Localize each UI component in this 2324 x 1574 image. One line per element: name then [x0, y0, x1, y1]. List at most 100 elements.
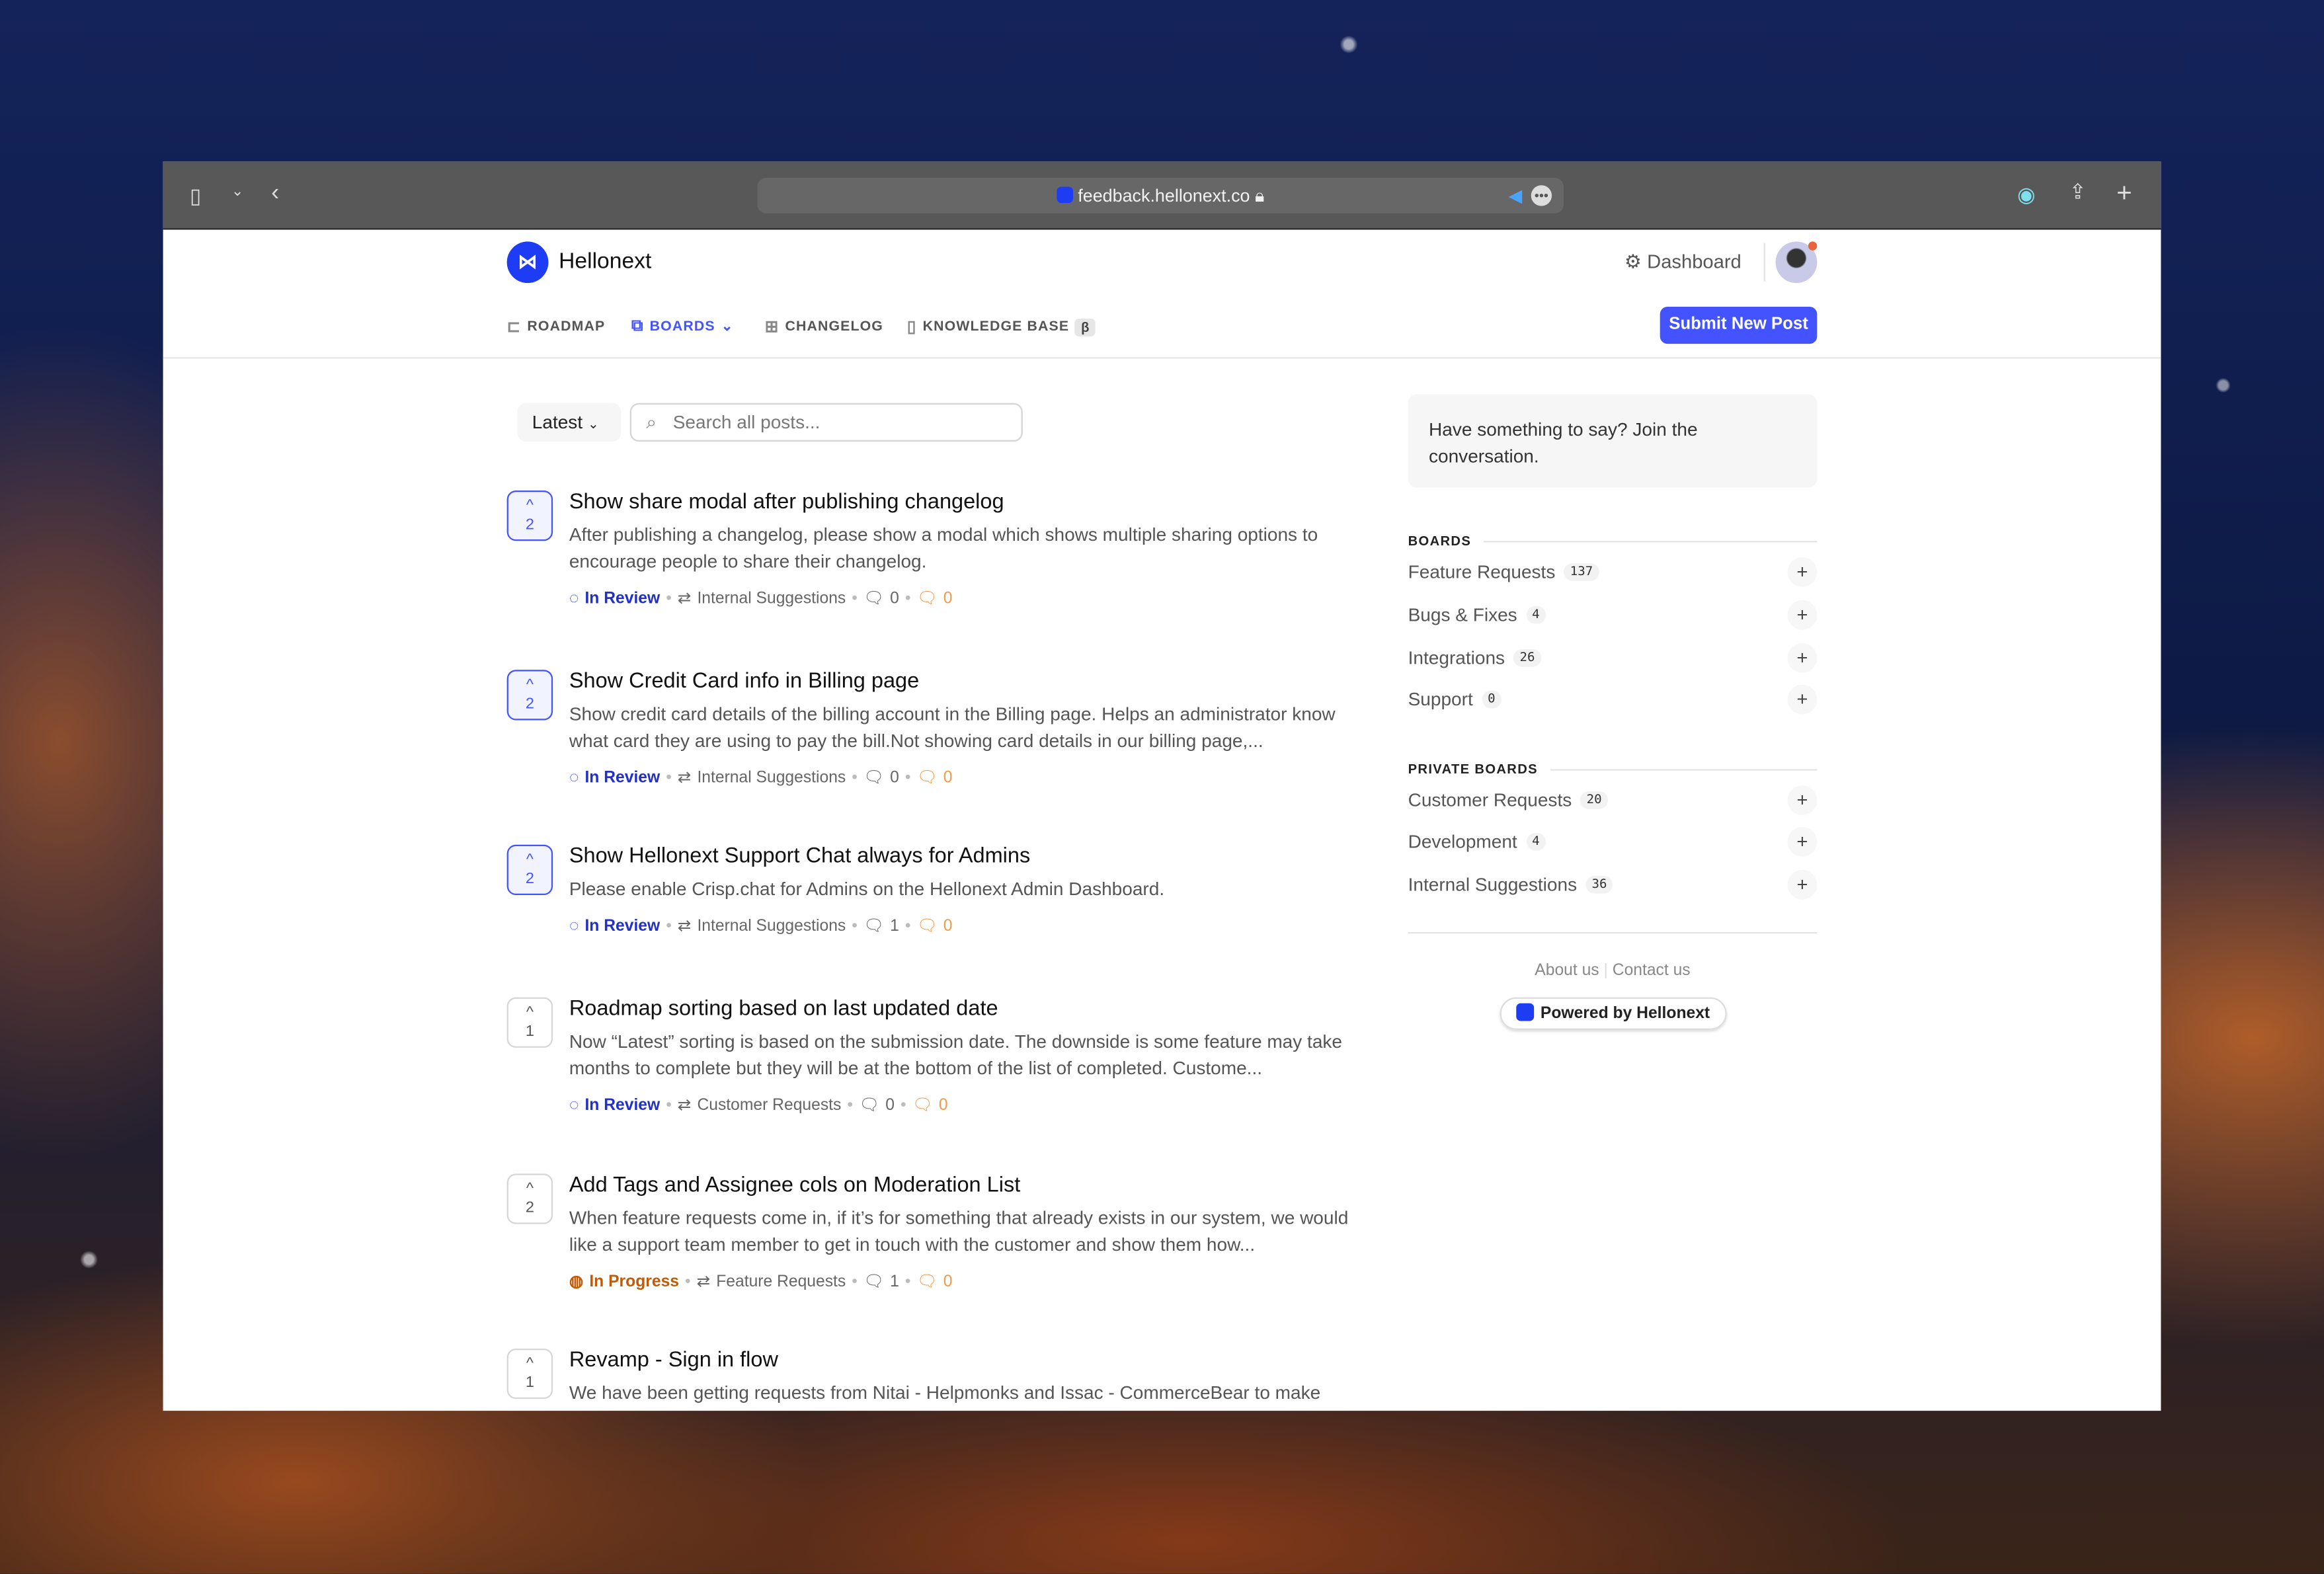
internal-comment-count: 0	[943, 1272, 953, 1290]
status-label: In Review	[584, 589, 661, 607]
more-icon[interactable]: •••	[1531, 185, 1552, 206]
post-title[interactable]: Show Credit Card info in Billing page	[569, 670, 919, 693]
internal-comment-count: 0	[943, 589, 953, 607]
sidebar-toggle-icon[interactable]: ▯	[190, 185, 201, 206]
powered-by-badge[interactable]: Powered by Hellonext	[1500, 997, 1727, 1030]
internal-comment-icon: 🗨︎	[916, 769, 938, 787]
post-meta: ◍ In Progress • ⇄ Feature Requests • 🗨︎ 1 • 🗨…	[569, 1272, 953, 1291]
new-tab-icon[interactable]: +	[2116, 179, 2132, 206]
share-icon[interactable]: ⇪	[2069, 180, 2086, 201]
plus-icon[interactable]: +	[1787, 643, 1818, 673]
board-name: Bugs & Fixes	[1408, 604, 1517, 625]
post-title[interactable]: Add Tags and Assignee cols on Moderation…	[569, 1173, 1020, 1197]
sort-select[interactable]: Latest ⌄	[517, 403, 621, 442]
chevron-up-icon: ^	[526, 1003, 534, 1021]
nav-roadmap[interactable]: ⊏ ROADMAP	[507, 317, 606, 336]
book-icon: ▯	[906, 318, 917, 336]
address-bar[interactable]: feedback.hellonext.co 🔒︎ ◀︎ •••	[757, 178, 1564, 214]
join-callout: Have something to say? Join the conversa…	[1408, 394, 1818, 488]
status-label: In Review	[584, 916, 661, 935]
submit-new-post-button[interactable]: Submit New Post	[1660, 307, 1818, 344]
comment-count: 0	[890, 768, 899, 787]
plus-icon[interactable]: +	[1787, 785, 1818, 815]
plus-icon[interactable]: +	[1787, 557, 1818, 587]
comment-icon: 🗨︎	[858, 1096, 880, 1115]
chevron-down-icon[interactable]: ⌄	[231, 184, 244, 200]
footer-links: About us | Contact us	[1535, 961, 1691, 980]
dashboard-link[interactable]: ⚙︎ Dashboard	[1624, 251, 1742, 274]
chevron-down-icon: ⌄	[721, 318, 734, 335]
upvote-button[interactable]: ^ 1	[506, 1348, 553, 1399]
board-count: 4	[1526, 832, 1546, 851]
speaker-icon[interactable]: ◀︎	[1509, 178, 1523, 214]
post-meta: ◌ In Review • ⇄ Internal Suggestions • 🗨︎ 0 •…	[569, 589, 953, 608]
sidebar-board-item[interactable]: Bugs & Fixes 4 +	[1408, 600, 1818, 630]
browser-window: ▯ ⌄ ‹ feedback.hellonext.co 🔒︎ ◀︎ ••• ◉ …	[163, 161, 2161, 1411]
page-content: ⋈ Hellonext ⚙︎ Dashboard ⊏ ROADMAP ⧉ BOARD…	[163, 231, 2161, 1411]
post-title[interactable]: Show Hellonext Support Chat always for A…	[569, 845, 1030, 869]
chevron-up-icon: ^	[526, 1354, 534, 1372]
board-label[interactable]: Internal Suggestions	[697, 589, 846, 607]
sidebar-board-item[interactable]: Feature Requests 137 +	[1408, 557, 1818, 587]
comment-count: 1	[890, 1272, 899, 1290]
dashboard-label: Dashboard	[1647, 250, 1742, 273]
plus-icon[interactable]: +	[1787, 826, 1818, 857]
post-title[interactable]: Show share modal after publishing change…	[569, 491, 1004, 514]
gift-icon: ⊞	[764, 318, 780, 336]
plus-icon[interactable]: +	[1787, 684, 1818, 715]
contact-link[interactable]: Contact us	[1613, 962, 1691, 980]
chevron-up-icon: ^	[526, 676, 534, 694]
brand-name[interactable]: Hellonext	[559, 249, 651, 274]
comment-icon: 🗨︎	[863, 769, 885, 787]
nav-changelog[interactable]: ⊞ CHANGELOG	[765, 317, 883, 336]
board-name: Integrations	[1408, 647, 1505, 669]
status-label: In Progress	[589, 1272, 680, 1290]
about-link[interactable]: About us	[1535, 962, 1599, 980]
upvote-button[interactable]: ^ 2	[506, 1173, 553, 1224]
plus-icon[interactable]: +	[1787, 869, 1818, 900]
upvote-button[interactable]: ^ 1	[506, 997, 553, 1048]
upvote-button[interactable]: ^ 2	[506, 491, 553, 541]
post-description: Please enable Crisp.chat for Admins on t…	[569, 879, 1165, 900]
post-title[interactable]: Roadmap sorting based on last updated da…	[569, 998, 998, 1021]
nav-boards[interactable]: ⧉ BOARDS ⌄	[631, 317, 734, 336]
back-icon[interactable]: ‹	[271, 182, 279, 206]
extension-icon[interactable]: ◉	[2017, 184, 2035, 204]
vote-count: 2	[525, 695, 534, 713]
post-title[interactable]: Revamp - Sign in flow	[569, 1349, 778, 1372]
favicon-icon	[1057, 186, 1073, 204]
sidebar-board-item[interactable]: Integrations 26 +	[1408, 643, 1818, 673]
board-label[interactable]: Internal Suggestions	[697, 916, 846, 934]
nav-label: ROADMAP	[527, 318, 606, 335]
post-meta: ◌ In Review • ⇄ Internal Suggestions • 🗨︎ 0 •…	[569, 768, 953, 787]
internal-comment-count: 0	[938, 1095, 948, 1114]
hellonext-logo[interactable]: ⋈	[506, 241, 549, 284]
in-review-icon: ◌	[569, 1095, 579, 1114]
nav-label: KNOWLEDGE BASE	[922, 318, 1070, 335]
status-label: In Review	[584, 768, 661, 787]
search-input[interactable]: ⌕ Search all posts...	[629, 403, 1023, 442]
upvote-button[interactable]: ^ 2	[506, 670, 553, 721]
upvote-button[interactable]: ^ 2	[506, 844, 553, 895]
avatar[interactable]	[1775, 241, 1818, 284]
internal-comment-icon: 🗨︎	[916, 917, 938, 935]
divider	[1763, 243, 1765, 282]
chevron-up-icon: ^	[526, 850, 534, 869]
nav-label: BOARDS	[649, 318, 715, 335]
board-label[interactable]: Customer Requests	[697, 1096, 841, 1114]
vote-count: 1	[525, 1374, 534, 1392]
internal-comment-icon: 🗨︎	[912, 1096, 933, 1115]
post-description: Show credit card details of the billing …	[569, 703, 1336, 752]
comment-icon: 🗨︎	[863, 590, 885, 608]
sidebar-board-item[interactable]: Development 4 +	[1408, 826, 1818, 857]
board-label[interactable]: Feature Requests	[716, 1272, 846, 1290]
sidebar-board-item[interactable]: Internal Suggestions 36 +	[1408, 869, 1818, 900]
vote-count: 2	[525, 869, 534, 888]
board-label[interactable]: Internal Suggestions	[697, 768, 846, 786]
nav-knowledge-base[interactable]: ▯ KNOWLEDGE BASE β	[907, 317, 1096, 336]
board-count: 20	[1580, 791, 1608, 809]
plus-icon[interactable]: +	[1787, 600, 1818, 630]
post-description: After publishing a changelog, please sho…	[569, 524, 1318, 572]
sidebar-board-item[interactable]: Support 0 +	[1408, 684, 1818, 715]
sidebar-board-item[interactable]: Customer Requests 20 +	[1408, 785, 1818, 815]
